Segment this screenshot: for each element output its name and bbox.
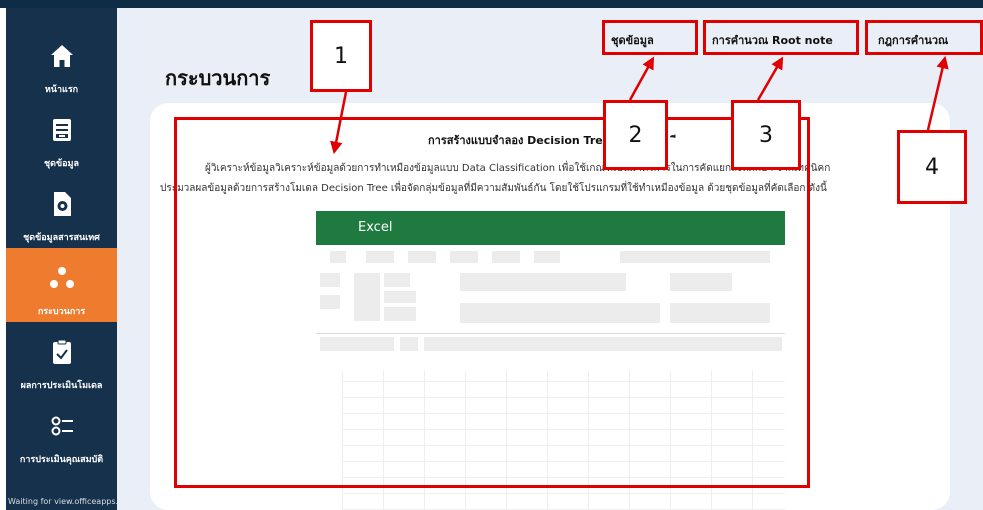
- callout-4: 4: [897, 130, 967, 204]
- sidebar-item-label: กระบวนการ: [37, 307, 86, 317]
- app-window: หน้าแรก ชุดข้อมูล ชุดข้อมูลสารสนเทศ กระบ…: [0, 0, 983, 510]
- dataset-icon: [6, 116, 117, 144]
- annotation-box-content: [174, 117, 810, 488]
- sidebar-item-info-dataset[interactable]: ชุดข้อมูลสารสนเทศ: [6, 174, 117, 248]
- sidebar-item-dataset[interactable]: ชุดข้อมูล: [6, 100, 117, 174]
- status-bar: Waiting for view.officeapps...: [6, 494, 117, 510]
- sidebar: หน้าแรก ชุดข้อมูล ชุดข้อมูลสารสนเทศ กระบ…: [6, 8, 117, 510]
- annotation-box-root-note: [703, 20, 859, 55]
- sidebar-item-label: ผลการประเมินโมเดล: [20, 381, 103, 391]
- window-top-strip: [0, 0, 983, 8]
- sidebar-item-label: การประเมินคุณสมบัติ: [19, 455, 104, 465]
- callout-1: 1: [310, 20, 372, 92]
- sidebar-item-feature-eval[interactable]: การประเมินคุณสมบัติ: [6, 396, 117, 470]
- sidebar-item-label: ชุดข้อมูล: [44, 159, 79, 169]
- sidebar-item-label: ชุดข้อมูลสารสนเทศ: [23, 233, 100, 243]
- clipboard-check-icon: [6, 338, 117, 366]
- sidebar-item-label: หน้าแรก: [44, 85, 79, 95]
- annotation-box-dataset: [602, 20, 698, 55]
- sidebar-item-home[interactable]: หน้าแรก: [6, 26, 117, 100]
- page-title: กระบวนการ: [165, 66, 271, 90]
- home-icon: [6, 42, 117, 70]
- info-file-icon: [6, 190, 117, 218]
- settings-list-icon: [6, 412, 117, 440]
- sidebar-item-model-results[interactable]: ผลการประเมินโมเดล: [6, 322, 117, 396]
- annotation-box-rules: [865, 20, 983, 55]
- callout-3: 3: [731, 100, 801, 170]
- sidebar-item-process[interactable]: กระบวนการ: [6, 248, 117, 322]
- callout-2: 2: [603, 100, 668, 170]
- process-icon: [6, 264, 117, 292]
